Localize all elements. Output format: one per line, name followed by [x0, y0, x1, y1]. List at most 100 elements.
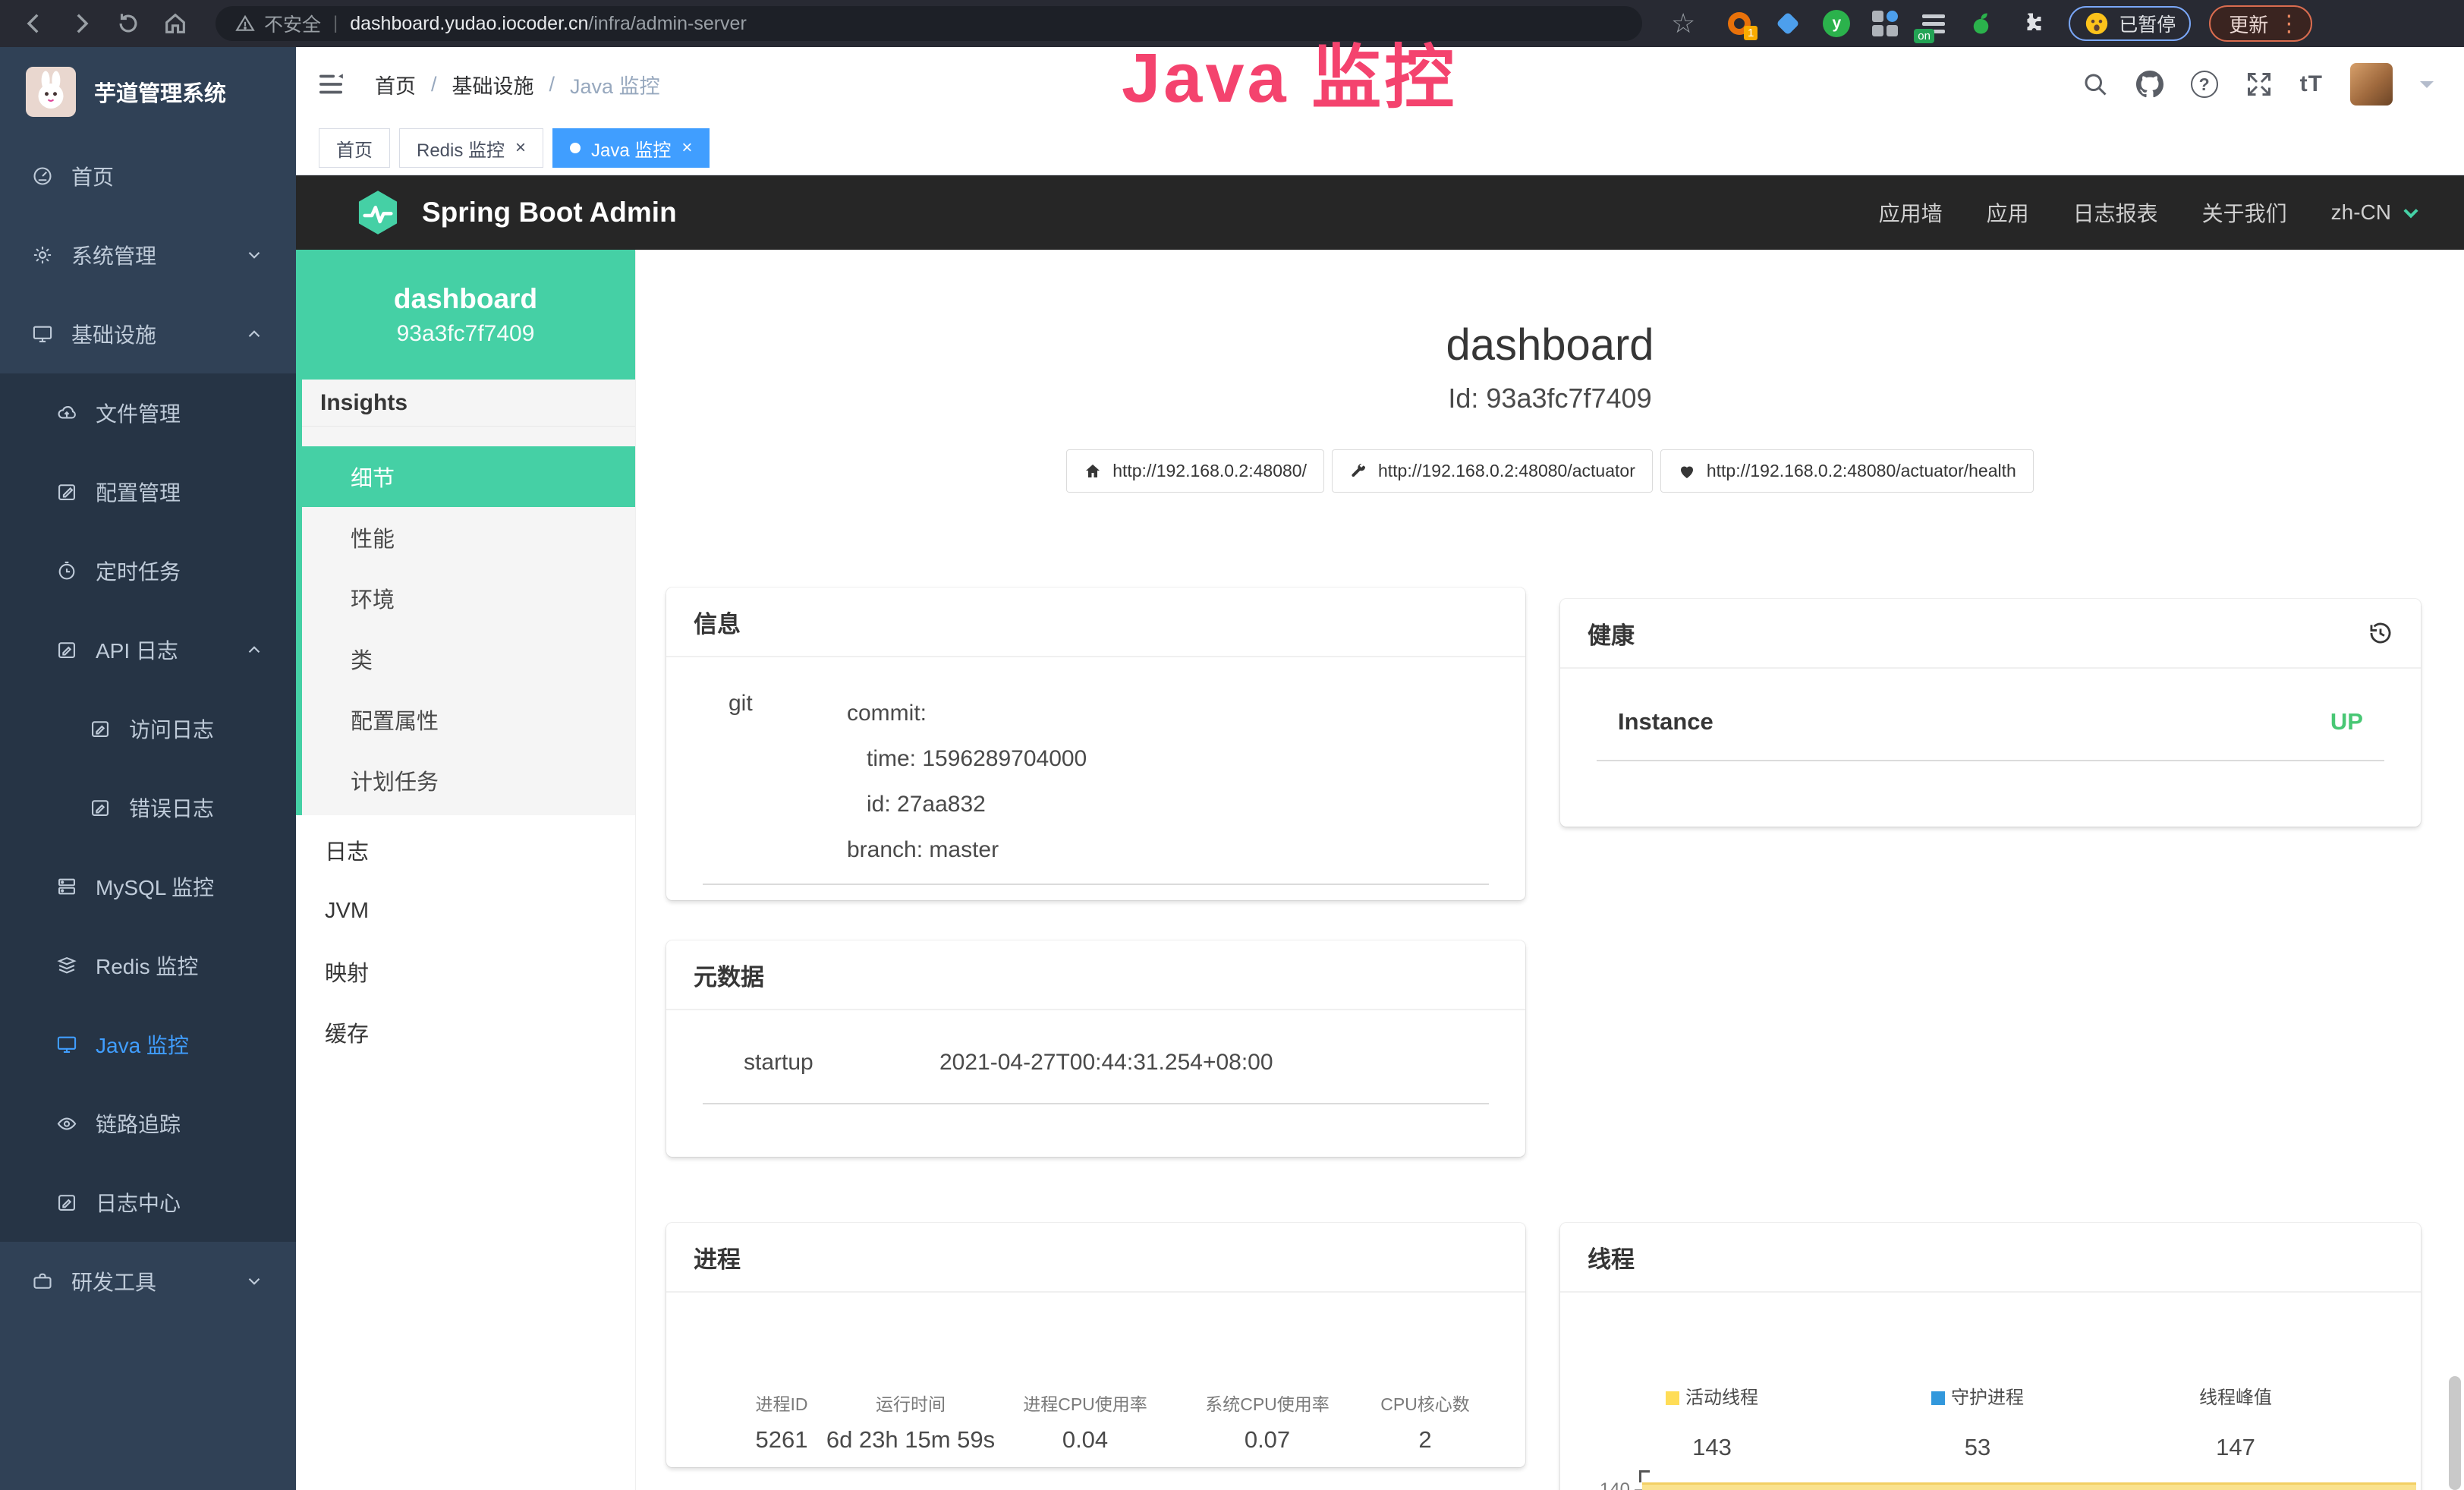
menu-item-caches[interactable]: 缓存 — [296, 1002, 635, 1063]
info-card-title: 信息 — [666, 587, 1525, 657]
bookmark-star-icon[interactable]: ☆ — [1671, 8, 1695, 39]
link-actuator[interactable]: http://192.168.0.2:48080/actuator — [1332, 449, 1653, 493]
sidebar-item-files[interactable]: 文件管理 — [0, 373, 296, 452]
menu-item-classes[interactable]: 类 — [296, 628, 635, 689]
tab-java[interactable]: Java 监控 × — [552, 128, 710, 168]
github-icon[interactable] — [2136, 71, 2163, 98]
legend-daemon-threads: 守护进程 — [1856, 1382, 2099, 1409]
reload-icon[interactable] — [115, 11, 141, 36]
chevron-down-icon[interactable] — [2420, 81, 2434, 95]
monitor-icon — [32, 323, 53, 345]
sidebar-item-dev-tools[interactable]: 研发工具 — [0, 1242, 296, 1321]
breadcrumb-home[interactable]: 首页 — [375, 70, 416, 99]
link-health[interactable]: http://192.168.0.2:48080/actuator/health — [1660, 449, 2034, 493]
edit-icon — [56, 481, 77, 502]
address-bar[interactable]: 不安全 | dashboard.yudao.iocoder.cn/infra/a… — [216, 6, 1642, 41]
legend-peak-threads: 线程峰值 — [2114, 1382, 2357, 1409]
info-card: 信息 git commit: time: 1596289704000 id: 2… — [666, 587, 1525, 900]
app-logo[interactable]: 芋道管理系统 — [0, 47, 296, 137]
sidebar-item-api-log[interactable]: API 日志 — [0, 610, 296, 689]
menu-item-jvm[interactable]: JVM — [296, 880, 635, 941]
menu-item-environment[interactable]: 环境 — [296, 568, 635, 628]
metadata-row-label: startup — [703, 1050, 939, 1076]
sba-nav: 应用墙 应用 日志报表 关于我们 zh-CN — [1879, 197, 2422, 228]
sidebar-item-config[interactable]: 配置管理 — [0, 452, 296, 531]
not-secure-warning-icon — [235, 14, 255, 33]
sidebar-item-error-log[interactable]: 错误日志 — [0, 768, 296, 847]
menu-item-metrics[interactable]: 性能 — [296, 507, 635, 568]
kebab-menu-icon[interactable]: ⋮ — [2277, 11, 2300, 37]
java-monitor-icon — [56, 1034, 77, 1055]
font-size-icon[interactable]: tT — [2300, 71, 2323, 97]
extension-pin-icon[interactable] — [1773, 8, 1803, 39]
menu-item-scheduled-tasks[interactable]: 计划任务 — [296, 750, 635, 811]
page-subtitle: Id: 93a3fc7f7409 — [636, 383, 2464, 414]
tab-bar: 首页 Redis 监控 × Java 监控 × — [296, 121, 2464, 175]
menu-item-mappings[interactable]: 映射 — [296, 941, 635, 1002]
infra-submenu: 文件管理 配置管理 定时任务 API 日志 访问日志 错误日志 — [0, 373, 296, 1242]
update-label: 更新 — [2229, 10, 2268, 38]
dashboard-icon — [32, 165, 53, 187]
log-icon — [90, 797, 111, 818]
profile-paused-chip[interactable]: 已暂停 — [2069, 6, 2191, 41]
search-icon[interactable] — [2082, 71, 2109, 98]
sidebar-item-log-center[interactable]: 日志中心 — [0, 1163, 296, 1242]
sidebar-item-system[interactable]: 系统管理 — [0, 216, 296, 295]
extension-green-icon[interactable]: y — [1821, 8, 1852, 39]
close-icon[interactable]: × — [681, 139, 692, 157]
security-label: 不安全 — [264, 10, 321, 37]
gear-icon — [32, 244, 53, 266]
link-home[interactable]: http://192.168.0.2:48080/ — [1066, 449, 1324, 493]
extensions-puzzle-icon[interactable] — [2016, 8, 2046, 39]
sidebar-item-tracing[interactable]: 链路追踪 — [0, 1084, 296, 1163]
sidebar-item-access-log[interactable]: 访问日志 — [0, 689, 296, 768]
breadcrumb-infra[interactable]: 基础设施 — [452, 70, 534, 99]
sba-nav-journal[interactable]: 日志报表 — [2073, 197, 2158, 228]
sba-nav-about[interactable]: 关于我们 — [2202, 197, 2287, 228]
home-icon — [1084, 462, 1102, 480]
root-menu: 日志 JVM 映射 缓存 — [296, 815, 635, 1063]
update-button[interactable]: 更新 ⋮ — [2209, 5, 2312, 42]
menu-item-logs[interactable]: 日志 — [296, 820, 635, 880]
instance-name: dashboard — [394, 283, 537, 315]
sba-brand[interactable]: Spring Boot Admin — [354, 188, 677, 237]
extension-orange-icon[interactable]: 1 — [1724, 8, 1754, 39]
extension-grid-icon[interactable] — [1870, 8, 1900, 39]
extension-on-icon[interactable]: on — [1918, 8, 1949, 39]
instance-header[interactable]: dashboard 93a3fc7f7409 — [296, 250, 635, 380]
help-icon[interactable]: ? — [2191, 71, 2218, 98]
fullscreen-icon[interactable] — [2245, 71, 2273, 98]
emoji-face-icon — [2084, 11, 2110, 36]
locale-select[interactable]: zh-CN — [2331, 200, 2422, 225]
logo-image — [26, 67, 76, 117]
avatar[interactable] — [2350, 63, 2393, 106]
history-icon[interactable] — [2368, 620, 2393, 646]
y-tick-140: 140 — [1560, 1479, 1630, 1490]
extension-sprout-icon[interactable] — [1967, 8, 1997, 39]
sidebar-item-jobs[interactable]: 定时任务 — [0, 531, 296, 610]
threads-card: 线程 活动线程 守护进程 线程峰值 143 53 147 140 120 100 — [1560, 1223, 2421, 1490]
sba-sidebar: dashboard 93a3fc7f7409 Insights 细节 性能 环境… — [296, 250, 636, 1490]
sba-nav-applications[interactable]: 应用 — [1987, 197, 2029, 228]
back-icon[interactable] — [21, 11, 47, 36]
sba-logo-icon — [354, 188, 402, 237]
sba-nav-wallboard[interactable]: 应用墙 — [1879, 197, 1943, 228]
close-icon[interactable]: × — [515, 139, 526, 157]
process-card: 进程 进程ID 运行时间 进程CPU使用率 系统CPU使用率 CPU核心数 52… — [666, 1223, 1525, 1467]
sidebar-item-redis[interactable]: Redis 监控 — [0, 926, 296, 1005]
tab-redis[interactable]: Redis 监控 × — [399, 128, 543, 168]
menu-item-config-props[interactable]: 配置属性 — [296, 689, 635, 750]
sidebar-item-infra[interactable]: 基础设施 — [0, 295, 296, 373]
sidebar-item-java[interactable]: Java 监控 — [0, 1005, 296, 1084]
database-icon — [56, 876, 77, 897]
home-nav-icon[interactable] — [162, 11, 188, 36]
sidebar-item-mysql[interactable]: MySQL 监控 — [0, 847, 296, 926]
tab-home[interactable]: 首页 — [319, 128, 390, 168]
forward-icon[interactable] — [68, 11, 94, 36]
sidebar-item-home[interactable]: 首页 — [0, 137, 296, 216]
url-path: /infra/admin-server — [588, 13, 746, 35]
cell-uptime: 6d 23h 15m 59s — [826, 1426, 995, 1454]
scrollbar-thumb[interactable] — [2449, 1376, 2461, 1490]
hamburger-icon[interactable] — [316, 69, 346, 99]
menu-item-details[interactable]: 细节 — [296, 446, 635, 507]
